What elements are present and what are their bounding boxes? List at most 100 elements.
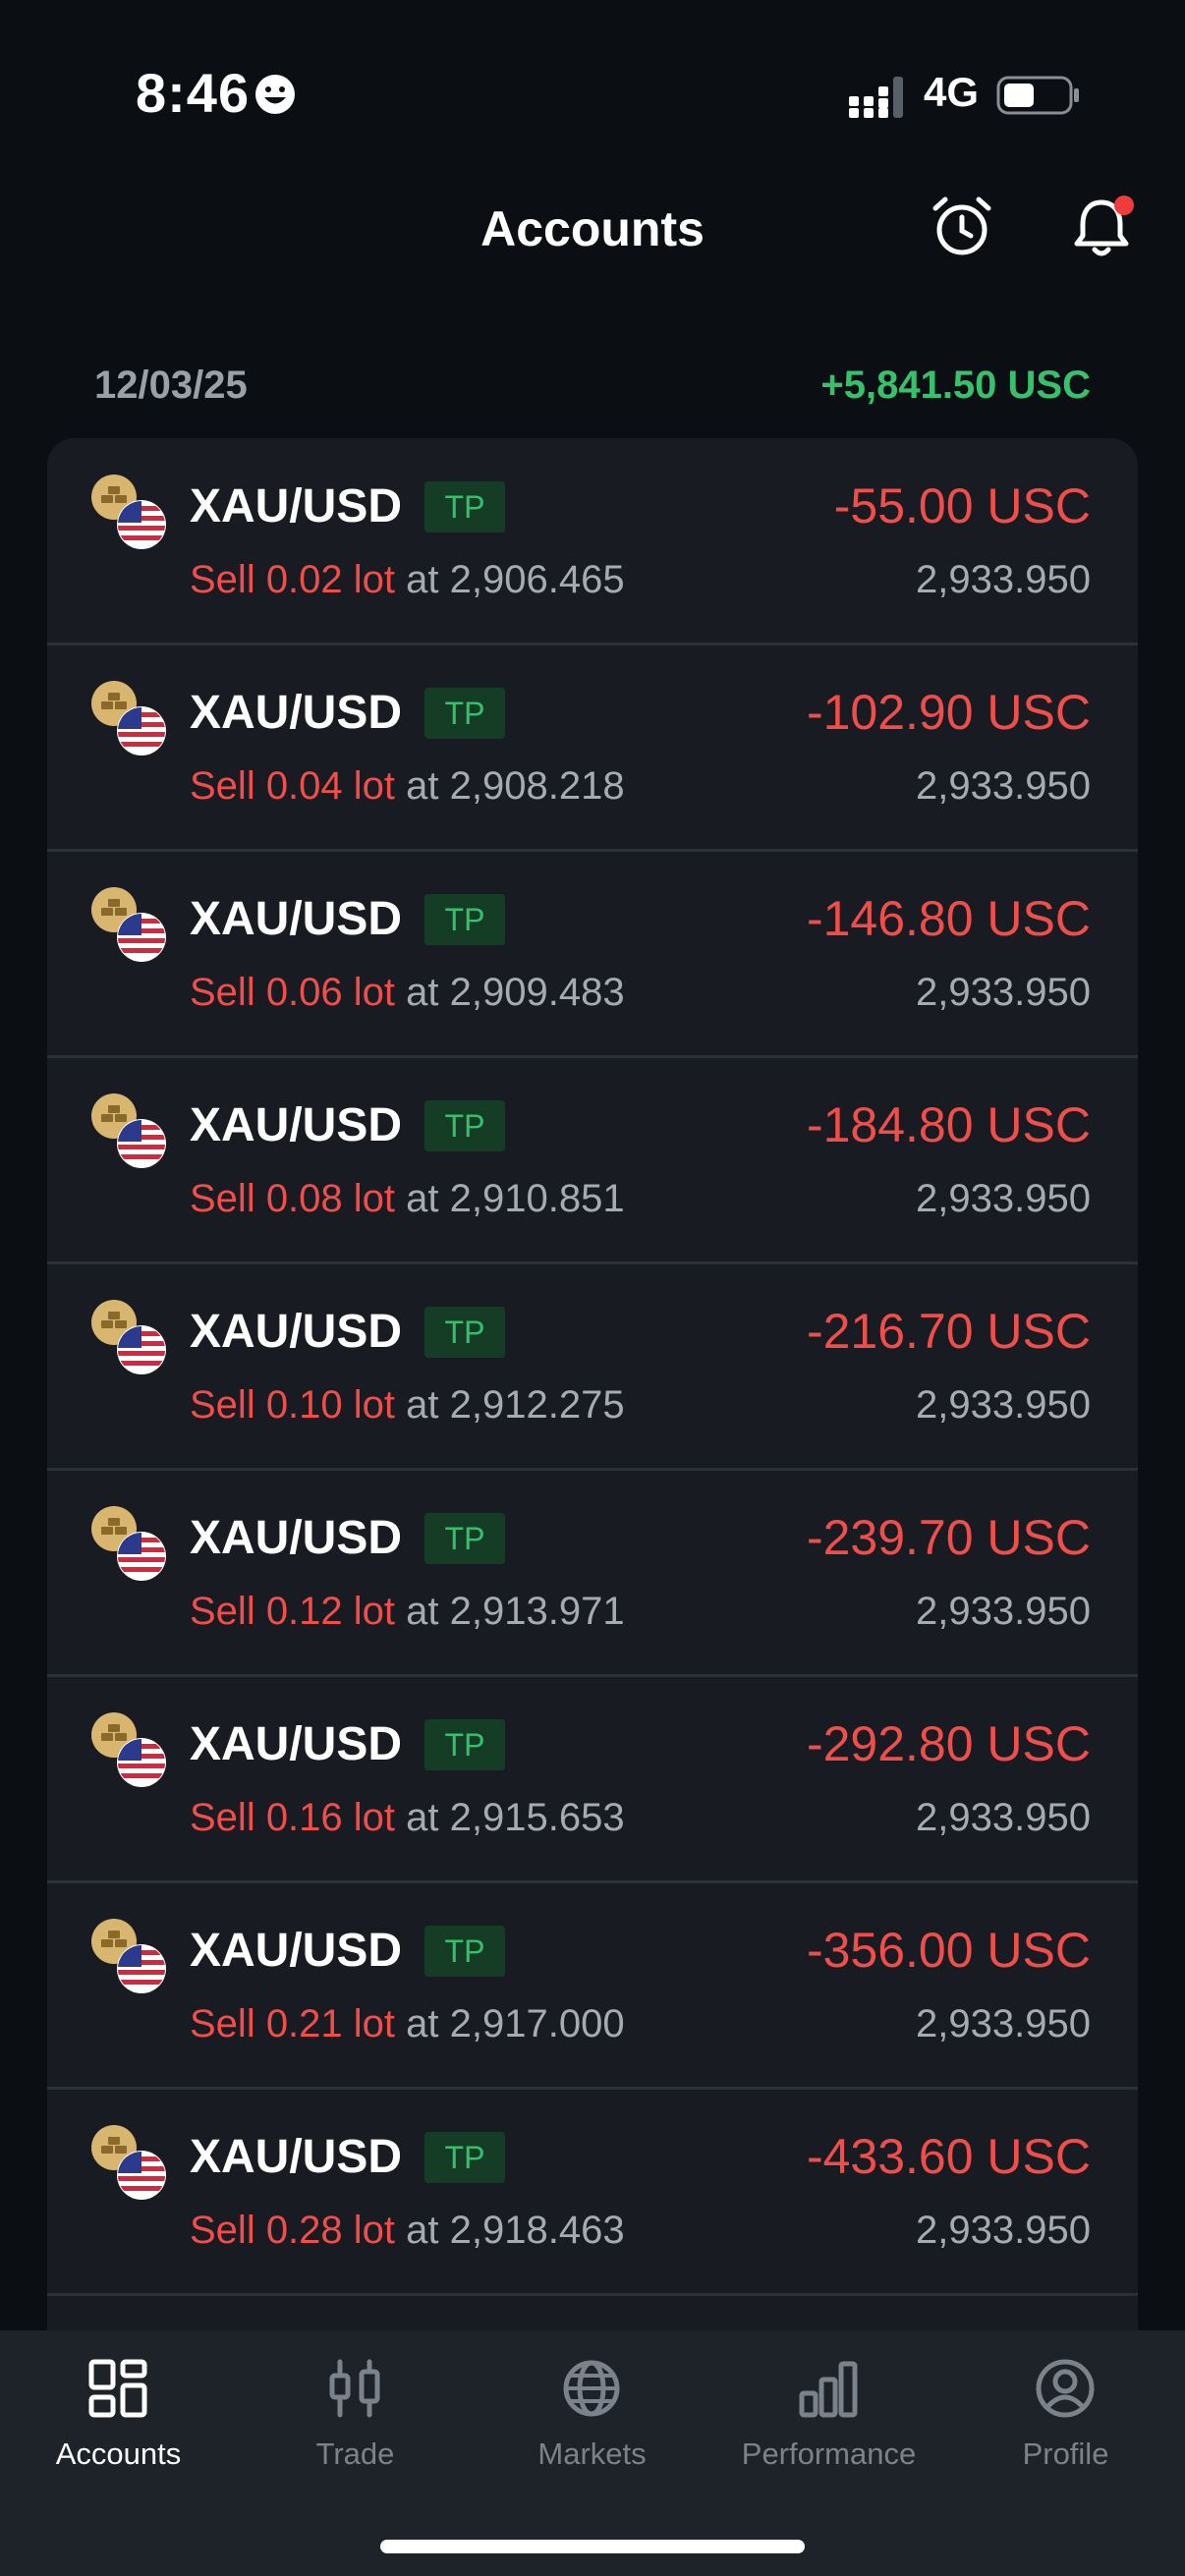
trade-side-lot: Sell 0.04 lot bbox=[190, 764, 396, 808]
home-indicator bbox=[380, 2540, 805, 2553]
position-row[interactable]: XAU/USD TP Sell 0.16 lot at 2,915.653 -292.… bbox=[47, 1676, 1138, 1883]
tab-trade[interactable]: Trade bbox=[237, 2330, 474, 2527]
gold-usd-pair-icon bbox=[91, 1093, 166, 1168]
positions-list[interactable]: XAU/USD TP Sell 0.02 lot at 2,906.465 -55.0… bbox=[47, 438, 1138, 2334]
position-symbol: XAU/USD bbox=[190, 1099, 403, 1151]
status-time: 8:46 bbox=[136, 62, 251, 124]
tab-profile[interactable]: Profile bbox=[947, 2330, 1184, 2527]
open-price: at 2,918.463 bbox=[406, 2209, 625, 2252]
position-pnl: -239.70 USC bbox=[806, 1510, 1091, 1565]
position-pnl: -102.90 USC bbox=[806, 685, 1091, 740]
gold-usd-pair-icon bbox=[91, 1506, 166, 1581]
open-price: at 2,908.218 bbox=[406, 764, 625, 808]
position-symbol: XAU/USD bbox=[190, 2131, 403, 2183]
trade-side-lot: Sell 0.06 lot bbox=[190, 971, 396, 1014]
trade-side-lot: Sell 0.21 lot bbox=[190, 2002, 396, 2045]
position-row[interactable]: XAU/USD TP Sell 0.08 lot at 2,910.851 -184.… bbox=[47, 1057, 1138, 1264]
tab-performance[interactable]: Performance bbox=[710, 2330, 947, 2527]
open-price: at 2,915.653 bbox=[406, 1796, 625, 1839]
trade-details: Sell 0.02 lot at 2,906.465 bbox=[190, 558, 625, 602]
trade-side-lot: Sell 0.16 lot bbox=[190, 1796, 396, 1839]
current-price: 2,933.950 bbox=[916, 1590, 1091, 1633]
trade-details: Sell 0.12 lot at 2,913.971 bbox=[190, 1590, 625, 1634]
trade-side-lot: Sell 0.10 lot bbox=[190, 1383, 396, 1427]
tab-label: Trade bbox=[315, 2436, 395, 2471]
current-price: 2,933.950 bbox=[916, 971, 1091, 1014]
page-title: Accounts bbox=[480, 201, 705, 256]
gold-usd-pair-icon bbox=[91, 475, 166, 549]
position-row[interactable]: XAU/USD TP Sell 0.12 lot at 2,913.971 -239.… bbox=[47, 1470, 1138, 1677]
position-row[interactable]: XAU/USD TP Sell 0.21 lot at 2,917.000 -356.… bbox=[47, 1882, 1138, 2090]
tp-badge: TP bbox=[424, 481, 505, 532]
open-price: at 2,912.275 bbox=[406, 1383, 625, 1427]
position-row[interactable]: XAU/USD TP Sell 0.02 lot at 2,906.465 -55.0… bbox=[47, 438, 1138, 645]
globe-icon bbox=[563, 2360, 620, 2417]
tp-badge: TP bbox=[424, 1307, 505, 1358]
position-symbol: XAU/USD bbox=[190, 1925, 403, 1977]
current-price: 2,933.950 bbox=[916, 1796, 1091, 1839]
position-row[interactable]: XAU/USD TP Sell 0.28 lot at 2,918.463 -433.… bbox=[47, 2089, 1138, 2296]
gold-usd-pair-icon bbox=[91, 2125, 166, 2200]
open-price: at 2,909.483 bbox=[406, 971, 625, 1014]
position-symbol: XAU/USD bbox=[190, 1718, 403, 1770]
trade-details: Sell 0.28 lot at 2,918.463 bbox=[190, 2209, 625, 2253]
trade-side-lot: Sell 0.02 lot bbox=[190, 558, 396, 601]
position-pnl: -433.60 USC bbox=[806, 2129, 1091, 2184]
status-bar: 8:46 4G bbox=[0, 0, 1185, 196]
current-price: 2,933.950 bbox=[916, 558, 1091, 601]
current-price: 2,933.950 bbox=[916, 1177, 1091, 1220]
position-pnl: -55.00 USC bbox=[833, 478, 1091, 533]
position-symbol: XAU/USD bbox=[190, 480, 403, 532]
current-price: 2,933.950 bbox=[916, 2002, 1091, 2045]
tab-markets[interactable]: Markets bbox=[474, 2330, 710, 2527]
position-row[interactable]: XAU/USD TP Sell 0.04 lot at 2,908.218 -102.… bbox=[47, 644, 1138, 852]
position-row[interactable]: XAU/USD TP Sell 0.10 lot at 2,912.275 -216.… bbox=[47, 1263, 1138, 1471]
position-symbol: XAU/USD bbox=[190, 687, 403, 739]
signal-icon bbox=[849, 77, 903, 118]
tp-badge: TP bbox=[424, 1926, 505, 1977]
notification-bell-icon[interactable] bbox=[1069, 193, 1138, 261]
gold-usd-pair-icon bbox=[91, 1919, 166, 1993]
current-price: 2,933.950 bbox=[916, 2209, 1091, 2252]
trade-details: Sell 0.06 lot at 2,909.483 bbox=[190, 971, 625, 1015]
tab-accounts[interactable]: Accounts bbox=[0, 2330, 237, 2527]
battery-icon bbox=[996, 76, 1079, 115]
trade-side-lot: Sell 0.28 lot bbox=[190, 2209, 396, 2252]
summary-total: +5,841.50 USC bbox=[820, 364, 1091, 407]
trade-side-lot: Sell 0.12 lot bbox=[190, 1590, 396, 1633]
open-price: at 2,910.851 bbox=[406, 1177, 625, 1220]
tab-label: Performance bbox=[741, 2436, 917, 2471]
position-pnl: -184.80 USC bbox=[806, 1097, 1091, 1152]
position-row[interactable]: XAU/USD TP Sell 0.06 lot at 2,909.483 -146.… bbox=[47, 851, 1138, 1058]
user-circle-icon bbox=[1036, 2359, 1095, 2418]
open-price: at 2,906.465 bbox=[406, 558, 625, 601]
gold-usd-pair-icon bbox=[91, 1300, 166, 1374]
gold-usd-pair-icon bbox=[91, 681, 166, 756]
network-type: 4G bbox=[924, 69, 980, 115]
tab-label: Markets bbox=[537, 2436, 647, 2471]
position-pnl: -146.80 USC bbox=[806, 891, 1091, 946]
tp-badge: TP bbox=[424, 2132, 505, 2183]
gold-usd-pair-icon bbox=[91, 1712, 166, 1787]
tp-badge: TP bbox=[424, 688, 505, 739]
position-symbol: XAU/USD bbox=[190, 1512, 403, 1564]
bar-chart-icon bbox=[799, 2361, 858, 2418]
current-price: 2,933.950 bbox=[916, 1383, 1091, 1427]
summary-row: 12/03/25 +5,841.50 USC bbox=[94, 364, 1091, 419]
tp-badge: TP bbox=[424, 1100, 505, 1151]
position-pnl: -356.00 USC bbox=[806, 1923, 1091, 1978]
tp-badge: TP bbox=[424, 894, 505, 945]
trade-details: Sell 0.10 lot at 2,912.275 bbox=[190, 1383, 625, 1428]
open-price: at 2,917.000 bbox=[406, 2002, 625, 2045]
position-pnl: -216.70 USC bbox=[806, 1304, 1091, 1359]
open-price: at 2,913.971 bbox=[406, 1590, 625, 1633]
position-symbol: XAU/USD bbox=[190, 1306, 403, 1358]
alarm-clock-icon[interactable] bbox=[930, 195, 994, 259]
trade-details: Sell 0.08 lot at 2,910.851 bbox=[190, 1177, 625, 1221]
summary-date: 12/03/25 bbox=[94, 364, 248, 407]
current-price: 2,933.950 bbox=[916, 764, 1091, 808]
gold-usd-pair-icon bbox=[91, 887, 166, 962]
grid-icon bbox=[88, 2359, 147, 2418]
tp-badge: TP bbox=[424, 1719, 505, 1770]
trade-side-lot: Sell 0.08 lot bbox=[190, 1177, 396, 1220]
